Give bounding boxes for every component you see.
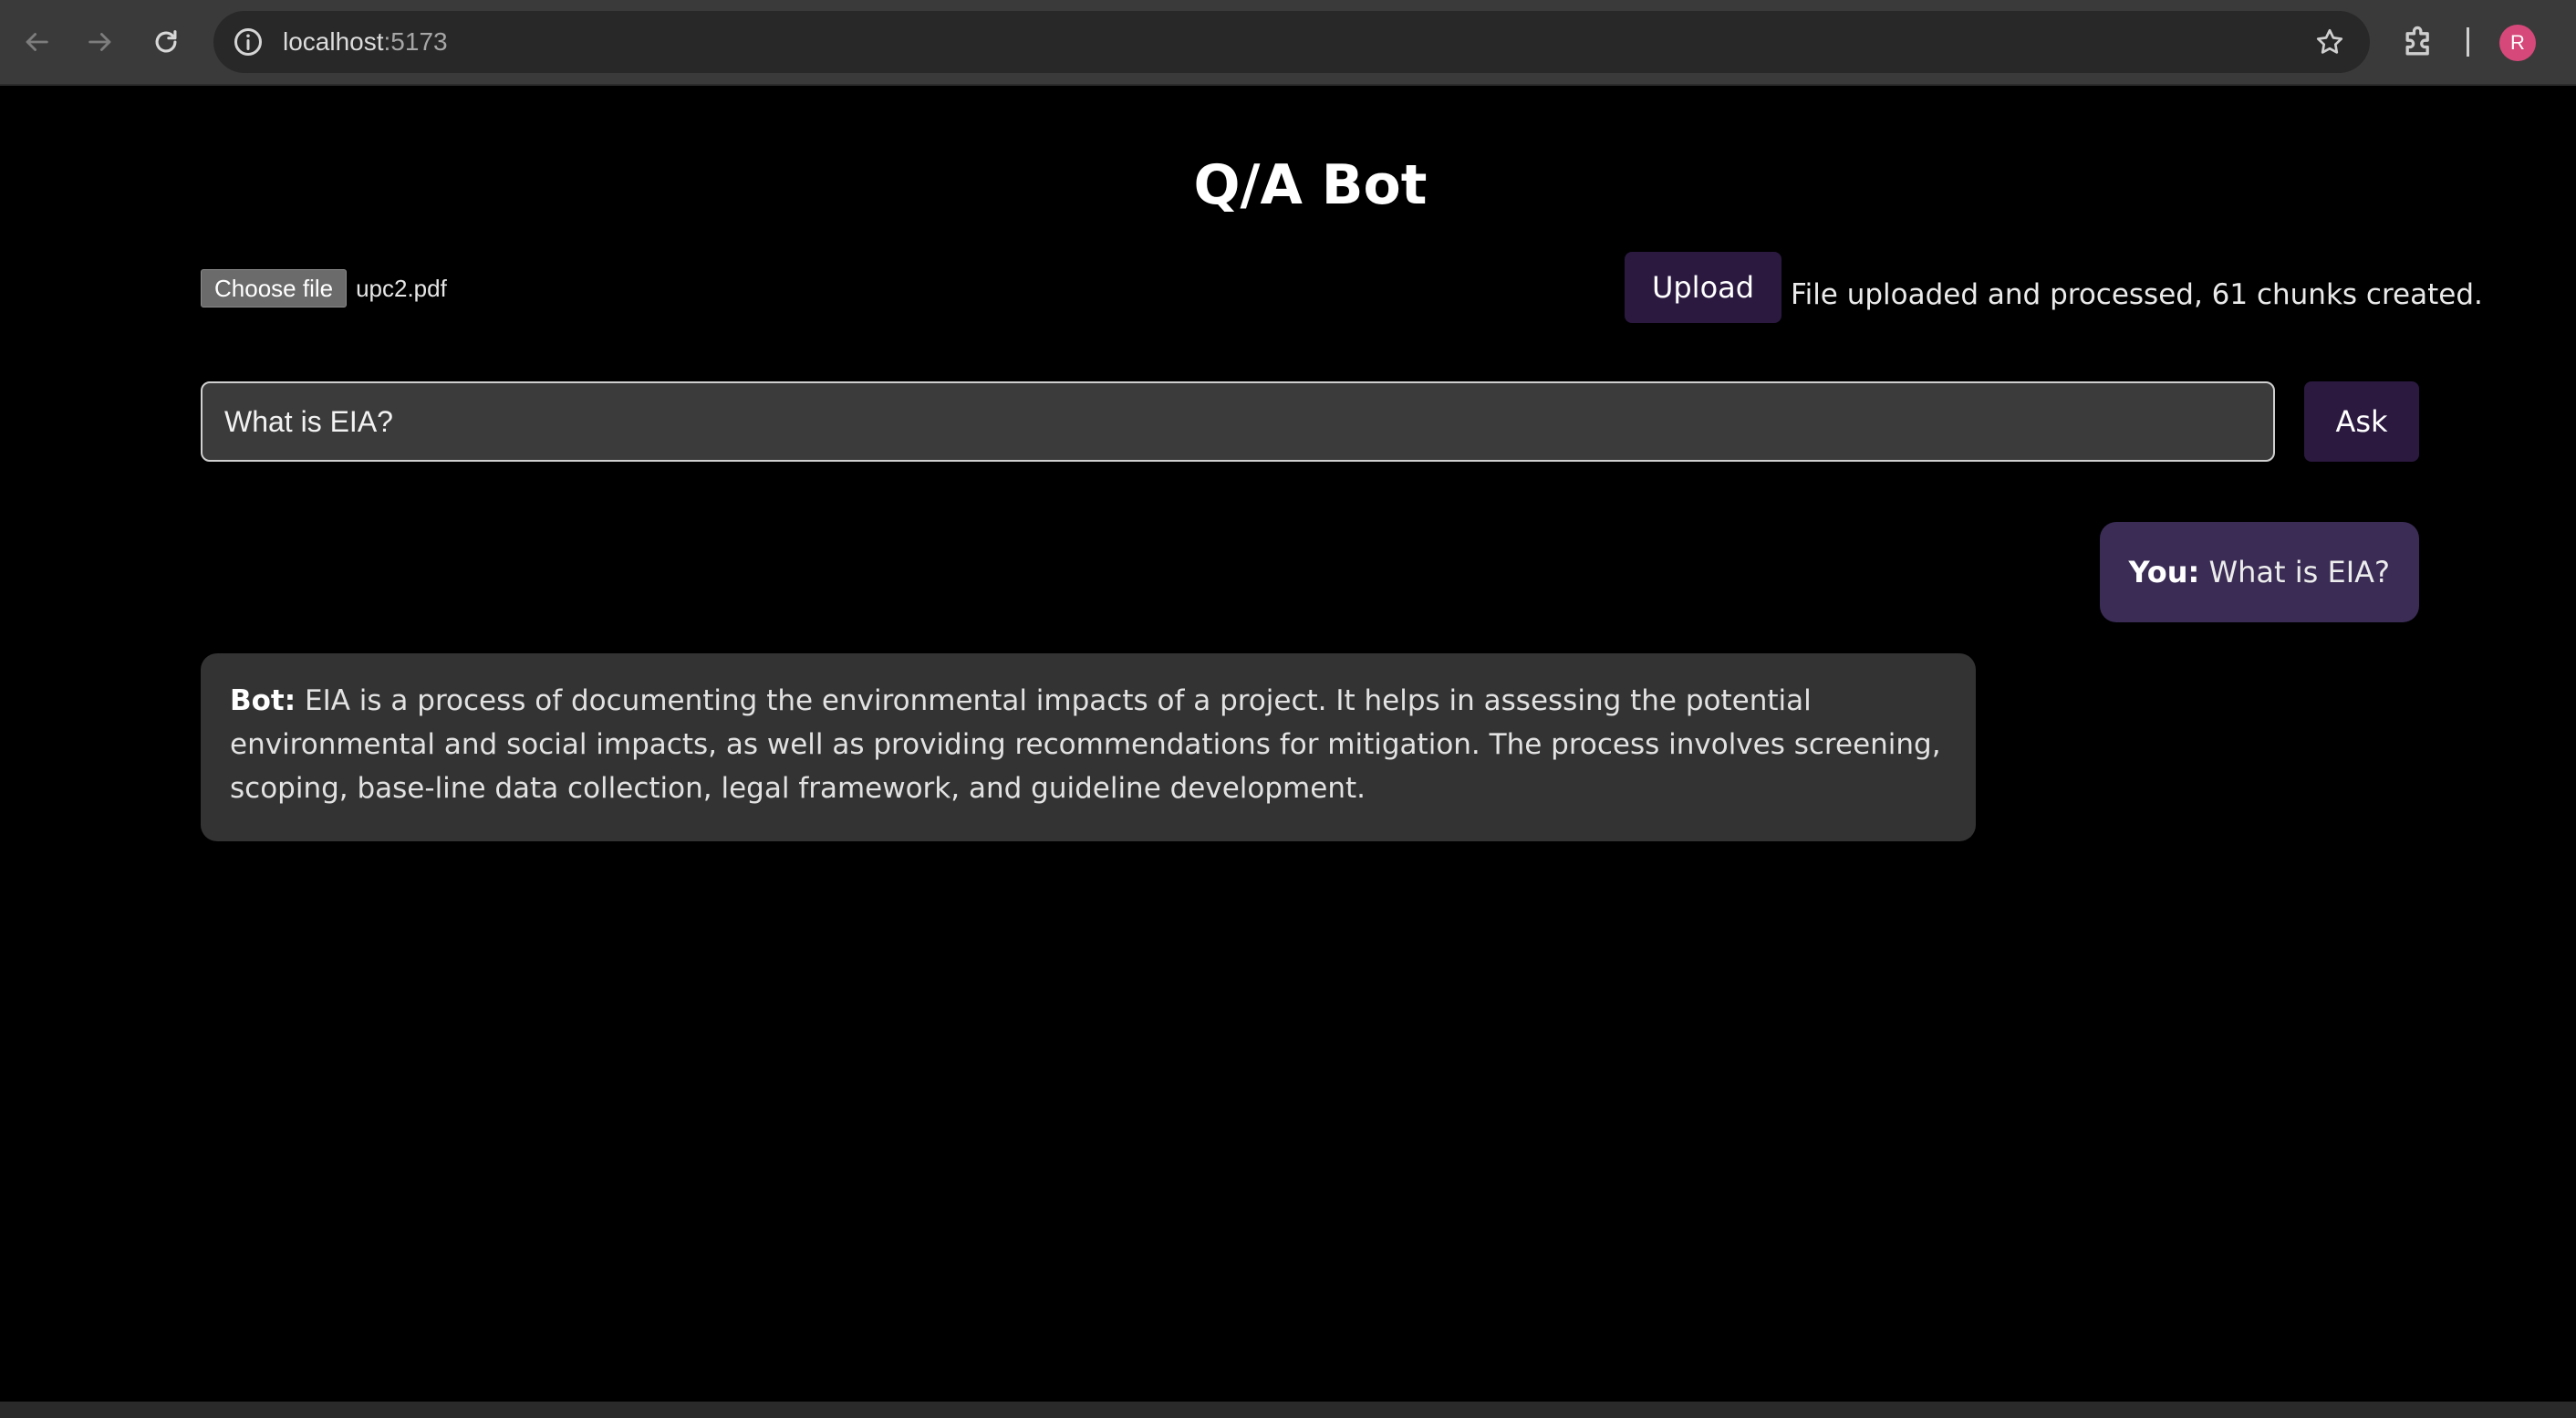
address-bar[interactable]: localhost:5173 [213,11,2370,73]
user-message: You: What is EIA? [2099,522,2419,622]
extensions-icon[interactable] [2399,22,2439,62]
message-speaker: You: [2128,555,2200,589]
bot-message: Bot: EIA is a process of documenting the… [201,653,1976,841]
message-speaker: Bot: [230,684,296,717]
back-button[interactable] [15,20,58,64]
ask-button[interactable]: Ask [2304,381,2419,462]
star-icon[interactable] [2313,26,2346,58]
site-info-icon[interactable] [232,26,265,58]
message-text: EIA is a process of documenting the envi… [230,684,1941,805]
url-host: localhost [283,27,384,56]
choose-file-button[interactable]: Choose file [201,269,348,308]
reload-icon [155,30,177,53]
selected-file-name: upc2.pdf [356,274,447,302]
upload-status: File uploaded and processed, 61 chunks c… [1791,278,2483,311]
browser-toolbar: localhost:5173 R [0,0,2576,86]
forward-icon [88,33,111,51]
forward-button[interactable] [78,20,122,64]
upload-button[interactable]: Upload [1625,252,1781,323]
url-port: :5173 [383,27,448,56]
url-text[interactable]: localhost:5173 [283,11,448,73]
toolbar-divider [2467,27,2469,57]
message-text: What is EIA? [2208,555,2390,589]
file-picker[interactable]: Choose file upc2.pdf [201,269,447,308]
page-title: Q/A Bot [1193,153,1428,217]
reload-button[interactable] [144,20,188,64]
back-icon [26,33,48,51]
window-bottom-edge [0,1402,2576,1418]
question-input[interactable]: What is EIA? [201,381,2275,462]
profile-avatar[interactable]: R [2499,25,2536,61]
